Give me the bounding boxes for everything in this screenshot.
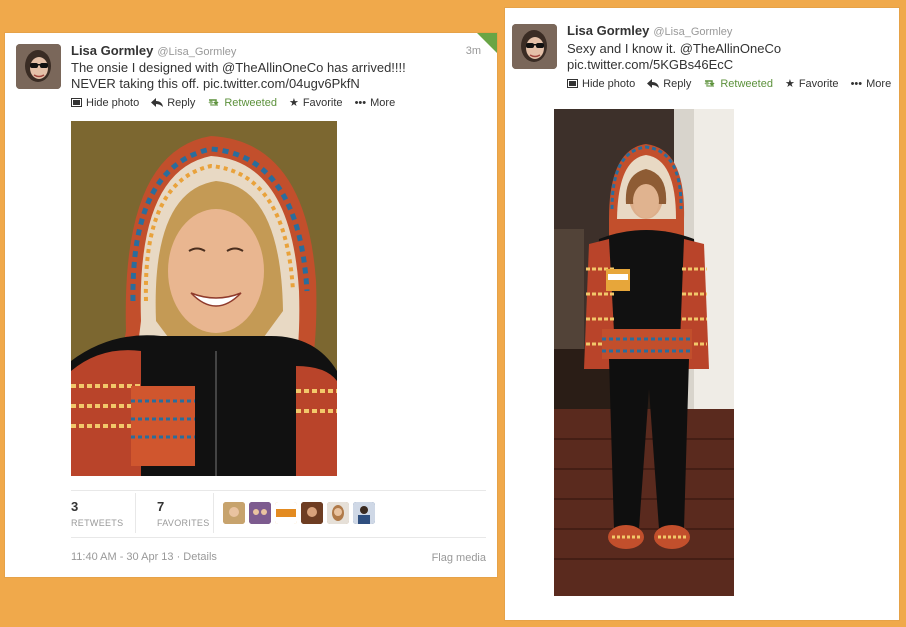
tweet-photo[interactable] (554, 109, 734, 596)
tweet-text: Sexy and I know it. @TheAllinOneCo pic.t… (567, 41, 887, 73)
more-dots-icon: ••• (850, 77, 863, 90)
author-name[interactable]: Lisa Gormley @Lisa_Gormley (567, 23, 732, 38)
tweet-actions: Hide photo Reply Retweeted ★ Favorite ••… (71, 96, 407, 109)
more-button[interactable]: ••• More (355, 96, 396, 109)
avatar[interactable] (16, 44, 61, 89)
tweet-photo[interactable] (71, 121, 337, 476)
tweet-timestamp-details[interactable]: 11:40 AM - 30 Apr 13 · Details (71, 551, 217, 563)
more-label: More (866, 77, 892, 90)
favorite-label: Favorite (302, 96, 343, 109)
favorite-button[interactable]: ★ Favorite (784, 77, 839, 91)
author-handle[interactable]: @Lisa_Gormley (157, 46, 236, 58)
tweet-text-line-2: NEVER taking this off. pic.twitter.com/0… (71, 76, 360, 91)
stats-divider-bottom (71, 537, 486, 538)
author-handle[interactable]: @Lisa_Gormley (653, 26, 732, 38)
tweet-text-line-2: pic.twitter.com/5KGBs46EcC (567, 57, 734, 72)
favoriter-avatar[interactable] (223, 502, 245, 524)
author-display-name[interactable]: Lisa Gormley (567, 23, 649, 38)
hide-photo-button[interactable]: Hide photo (71, 96, 139, 109)
tweet-time[interactable]: 3m (466, 45, 481, 57)
stats-divider-2 (213, 493, 214, 533)
tweet-text-line-1: The onsie I designed with @TheAllinOneCo… (71, 60, 406, 75)
author-display-name[interactable]: Lisa Gormley (71, 43, 153, 58)
tweet-card-2: Lisa Gormley @Lisa_Gormley Sexy and I kno… (505, 8, 899, 620)
favorites-stat[interactable]: 7 FAVORITES (147, 499, 235, 528)
tweet-text: The onsie I designed with @TheAllinOneCo… (71, 60, 481, 92)
favoriter-avatar[interactable] (275, 502, 297, 524)
stats-divider-1 (135, 493, 136, 533)
retweet-icon (703, 79, 716, 88)
photo-icon (71, 98, 82, 107)
hide-photo-label: Hide photo (582, 77, 636, 90)
favoriter-avatar[interactable] (301, 502, 323, 524)
tweet-actions: Hide photo Reply Retweeted ★ Favorite ••… (567, 77, 903, 90)
tweet-card-1: Lisa Gormley @Lisa_Gormley 3m The onsie I… (5, 33, 497, 577)
reply-icon (647, 79, 660, 88)
favorites-count: 7 (157, 499, 165, 514)
more-label: More (370, 96, 396, 109)
avatar[interactable] (512, 24, 557, 69)
tweet-stats: 3 RETWEETS 7 FAVORITES (71, 499, 235, 528)
retweeted-button[interactable]: Retweeted (207, 96, 277, 109)
retweet-icon (207, 98, 220, 107)
retweets-count: 3 (71, 499, 79, 514)
star-icon: ★ (784, 78, 795, 90)
retweeted-label: Retweeted (224, 96, 277, 109)
reply-button[interactable]: Reply (647, 77, 691, 90)
retweeted-button[interactable]: Retweeted (703, 77, 773, 90)
favoriter-avatar[interactable] (249, 502, 271, 524)
favoriter-avatar[interactable] (327, 502, 349, 524)
stats-divider-top (71, 490, 486, 491)
reply-label: Reply (663, 77, 692, 90)
reply-label: Reply (167, 96, 196, 109)
favoriter-avatars (223, 502, 375, 524)
hide-photo-button[interactable]: Hide photo (567, 77, 635, 90)
favorite-label: Favorite (798, 77, 839, 90)
favorite-button[interactable]: ★ Favorite (288, 96, 343, 110)
retweeted-label: Retweeted (720, 77, 773, 90)
retweets-label: RETWEETS (71, 518, 124, 528)
more-dots-icon: ••• (354, 96, 367, 109)
favoriter-avatar[interactable] (353, 502, 375, 524)
photo-icon (567, 79, 578, 88)
hide-photo-label: Hide photo (86, 96, 140, 109)
tweet-text-line-1: Sexy and I know it. @TheAllinOneCo (567, 41, 782, 56)
flag-media-link[interactable]: Flag media (432, 552, 486, 564)
reply-icon (151, 98, 164, 107)
author-name[interactable]: Lisa Gormley @Lisa_Gormley (71, 43, 236, 58)
more-button[interactable]: ••• More (851, 77, 892, 90)
star-icon: ★ (288, 97, 299, 109)
reply-button[interactable]: Reply (151, 96, 195, 109)
favorites-label: FAVORITES (157, 518, 210, 528)
